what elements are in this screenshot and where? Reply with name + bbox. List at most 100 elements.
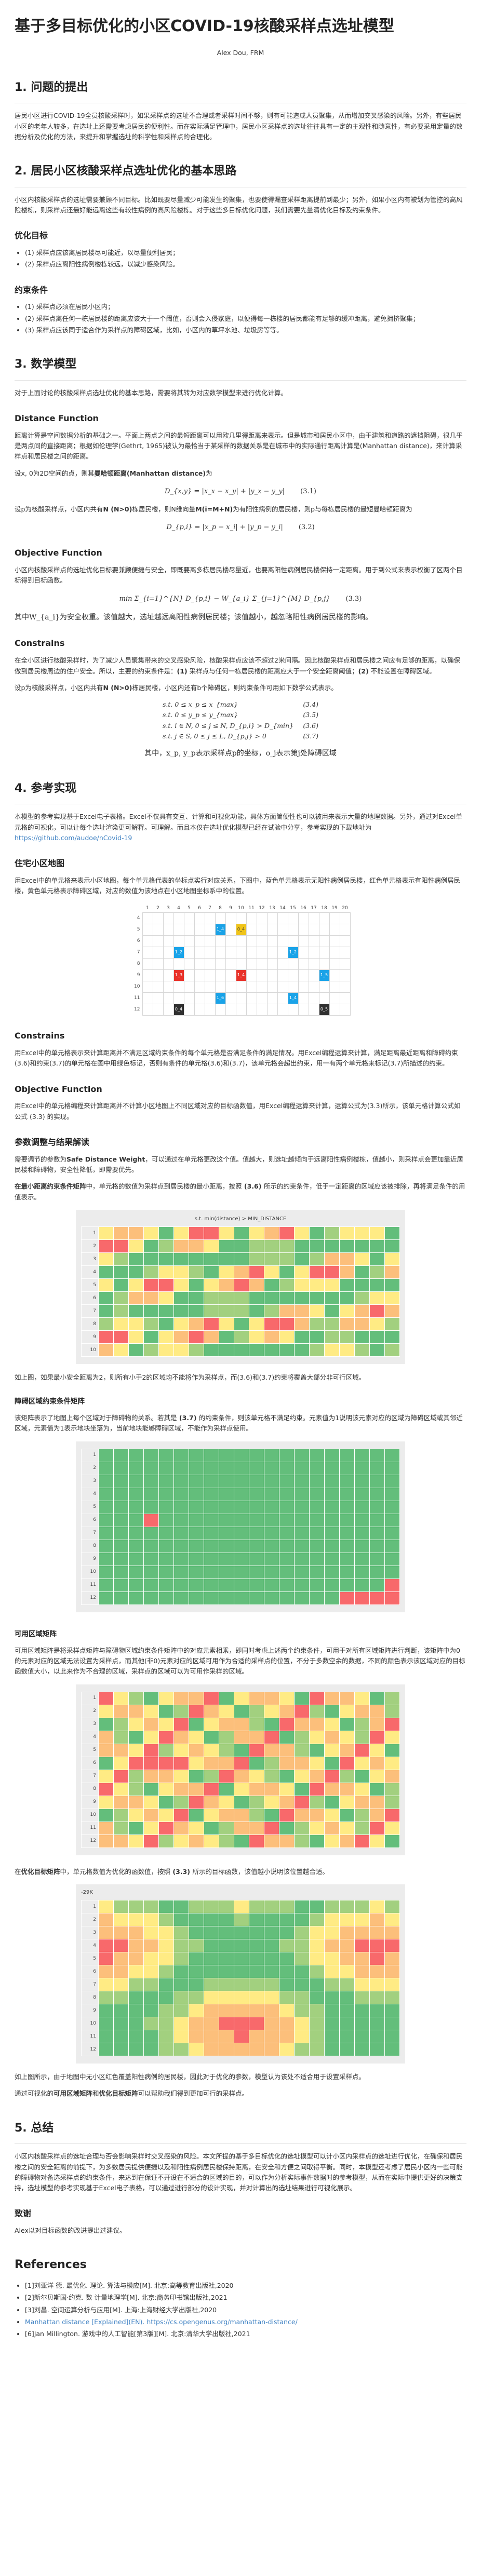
heat-cell: [294, 1291, 310, 1305]
map-cell: 1_4: [287, 992, 299, 1005]
heatmap-frame: 1 2 3 4 5 6 7 8 9 10 11 12: [76, 1684, 405, 1855]
subheading-constrains-2: Constrains: [15, 1031, 65, 1041]
heat-cell: [143, 1913, 159, 1927]
row-label: 2: [81, 1239, 99, 1253]
heat-cell: [98, 1474, 114, 1488]
heat-cell: [204, 1756, 219, 1770]
heat-cell: [98, 1461, 114, 1475]
heat-cell: [369, 1487, 385, 1501]
map-cell: [339, 912, 351, 925]
heat-cell: [309, 2004, 325, 2018]
heat-cell: [219, 1565, 234, 1579]
heat-cell: [249, 1500, 264, 1514]
map-cell: [339, 969, 351, 982]
section-heading-1: 1. 问题的提出: [15, 80, 88, 94]
heat-cell: [324, 1578, 340, 1592]
heat-cell: [264, 1448, 279, 1462]
heat-cell: [143, 2043, 159, 2057]
heat-cell: [173, 1704, 189, 1718]
repo-link[interactable]: https://github.com/audoe/nCovid-19: [15, 834, 132, 842]
text-run: 所示的目标函数，该值越小说明该位置越合适。: [192, 1867, 329, 1876]
heat-cell: [128, 2030, 144, 2044]
heat-cell: [158, 1487, 174, 1501]
heat-cell: [173, 1552, 189, 1566]
map-cell: 1_4: [235, 969, 247, 982]
heat-cell: [339, 1265, 355, 1279]
heat-cell: [249, 2030, 264, 2044]
heat-cell: [128, 1226, 144, 1240]
heat-cell: [158, 1304, 174, 1318]
heat-cell: [324, 1834, 340, 1848]
heat-cell: [204, 2043, 219, 2057]
heat-cell: [384, 2030, 400, 2044]
heat-cell: [128, 2004, 144, 2018]
heat-cell: [324, 1926, 340, 1940]
heat-cell: [384, 1500, 400, 1514]
reference-link[interactable]: Manhattan distance [Explained](EN). http…: [25, 2318, 298, 2326]
row-label: 6: [81, 1291, 99, 1305]
heat-cell: [279, 1900, 295, 1914]
heat-cell: [279, 1795, 295, 1809]
map-cell: [235, 958, 247, 970]
heat-cell: [173, 1317, 189, 1331]
heat-cell: [324, 1526, 340, 1540]
heat-cell: [309, 1991, 325, 2005]
heat-cell: [219, 1834, 234, 1848]
heat-cell: [354, 1756, 370, 1770]
heat-cell: [158, 2004, 174, 2018]
heat-cell: [369, 1461, 385, 1475]
heat-cell: [143, 1513, 159, 1527]
heat-cell: [204, 1448, 219, 1462]
heat-cell: [264, 1500, 279, 1514]
heat-cell: [384, 1978, 400, 1992]
heat-cell: [264, 2030, 279, 2044]
heat-cell: [339, 1539, 355, 1553]
heat-cell: [249, 1565, 264, 1579]
map-cell: [266, 981, 278, 993]
heat-cell: [324, 1304, 340, 1318]
reference-item: [1]刘亚洋 德. 最优化. 理论. 算法与模应[M]. 北京:高等教育出版社,…: [25, 2281, 466, 2291]
heat-cell: [309, 1821, 325, 1835]
heat-cell: [279, 1317, 295, 1331]
heat-cell: [173, 1926, 189, 1940]
heat-cell: [264, 1769, 279, 1783]
heat-cell: [128, 2017, 144, 2031]
heat-cell: [264, 1513, 279, 1527]
heat-cell: [204, 1565, 219, 1579]
heat-cell: [264, 1278, 279, 1292]
map-cell: [298, 1004, 309, 1016]
heat-cell: [189, 1291, 204, 1305]
map-cell: [183, 992, 195, 1005]
heat-cell: [189, 1821, 204, 1835]
map-cell: [142, 992, 153, 1005]
heat-cell: [219, 1304, 234, 1318]
map-cell: [204, 969, 216, 982]
heat-cell: [234, 1578, 249, 1592]
heat-cell: [219, 1808, 234, 1822]
heat-cell: [369, 1448, 385, 1462]
heat-cell: [279, 1978, 295, 1992]
heat-cell: [234, 1821, 249, 1835]
map-cell: [298, 969, 309, 982]
map-cell: [256, 958, 268, 970]
column-label: 8: [219, 905, 222, 911]
heat-cell: [189, 1991, 204, 2005]
row-label: 6: [81, 1965, 99, 1979]
subheading-constrains: Constrains: [15, 638, 65, 649]
heat-cell: [339, 1939, 355, 1953]
equation-3-2: D_{p,i} = |x_p − x_i| + |y_p − y_i| (3.2): [15, 522, 466, 533]
heat-cell: [189, 1591, 204, 1605]
map-cell: [163, 924, 174, 936]
map-cell: [225, 969, 236, 982]
heat-cell: [204, 1834, 219, 1848]
heat-cell: [339, 1965, 355, 1979]
heat-cell: [234, 1487, 249, 1501]
map-cell: [329, 935, 340, 948]
heat-cell: [324, 2017, 340, 2031]
heat-cell: [219, 1717, 234, 1731]
heat-cell: [354, 1304, 370, 1318]
paragraph: 在优化目标矩阵中，单元格数值为优化的函数值，按照 (3.3) 所示的目标函数，该…: [15, 1867, 466, 1877]
row-label: 2: [81, 1913, 99, 1927]
map-cell: [183, 947, 195, 959]
heat-cell: [173, 2043, 189, 2057]
